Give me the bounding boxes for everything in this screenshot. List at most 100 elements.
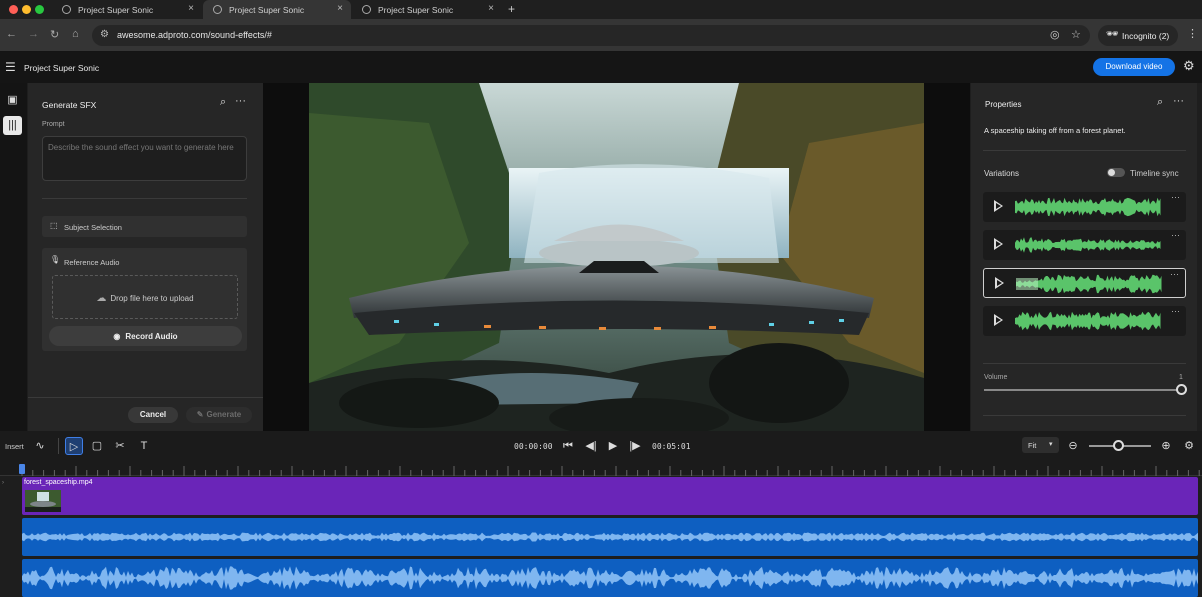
search-icon[interactable]: ⌕: [1157, 96, 1163, 109]
forward-arrow-icon[interactable]: →: [28, 28, 39, 40]
prompt-label: Prompt: [42, 121, 65, 128]
variation-waveform: [1015, 197, 1161, 217]
volume-value: 1: [1179, 374, 1183, 381]
window-minimize-button[interactable]: [22, 5, 31, 14]
generate-button[interactable]: ✎ Generate: [186, 407, 252, 423]
app-title: Project Super Sonic: [24, 63, 100, 73]
audio-track-2[interactable]: [22, 559, 1198, 597]
audio-track-1[interactable]: [22, 518, 1198, 556]
playhead-handle[interactable]: [19, 464, 25, 474]
close-icon[interactable]: ×: [488, 3, 494, 14]
scissors-icon[interactable]: ✂: [111, 437, 129, 455]
incognito-badge[interactable]: 🕶 Incognito (2): [1098, 25, 1178, 46]
divider: [983, 363, 1186, 364]
search-icon[interactable]: ⌕: [220, 96, 226, 109]
volume-slider-track[interactable]: [984, 389, 1180, 391]
chevron-down-icon: ▾: [1049, 441, 1053, 448]
play-icon[interactable]: [994, 314, 1003, 326]
subject-selection-label: Subject Selection: [64, 223, 122, 232]
volume-label: Volume: [984, 374, 1008, 381]
play-icon[interactable]: [994, 238, 1003, 250]
settings-gear-icon[interactable]: ⚙: [1183, 58, 1195, 74]
zoom-fit-value: Fit: [1028, 441, 1037, 450]
microphone-icon: 🎙: [50, 255, 61, 264]
divider: [28, 397, 263, 398]
play-icon[interactable]: [994, 200, 1003, 212]
video-clip-name: forest_spaceship.mp4: [24, 479, 93, 486]
back-arrow-icon[interactable]: ←: [6, 28, 17, 40]
generate-label: Generate: [206, 410, 242, 419]
more-options-icon[interactable]: ···: [1171, 230, 1180, 240]
download-video-button[interactable]: Download video: [1093, 58, 1175, 76]
zoom-out-icon[interactable]: ⊖: [1064, 437, 1082, 455]
divider: [983, 150, 1186, 151]
audio-waveform: [22, 532, 1198, 542]
skip-back-icon[interactable]: ⏮: [559, 437, 577, 455]
variation-waveform: [1015, 311, 1161, 331]
browser-tab-2[interactable]: Project Super Sonic ×: [203, 0, 351, 19]
zoom-slider-handle[interactable]: [1113, 440, 1124, 451]
track-expand-icon[interactable]: ›: [2, 480, 4, 486]
record-icon: ◉: [113, 332, 121, 341]
audio-waveform-icon[interactable]: ∿: [31, 437, 49, 455]
variation-2[interactable]: ···: [983, 230, 1186, 260]
file-drop-zone[interactable]: ☁ Drop file here to upload: [52, 275, 238, 319]
sound-effects-tool-icon[interactable]: |||: [3, 116, 22, 135]
reload-icon[interactable]: ↻: [50, 28, 59, 41]
panel-title: Generate SFX: [42, 100, 97, 110]
timeline-sync-label: Timeline sync: [1130, 169, 1179, 178]
window-maximize-button[interactable]: [35, 5, 44, 14]
video-track-clip[interactable]: forest_spaceship.mp4: [22, 477, 1198, 515]
app-header: ☰ Project Super Sonic ⚙: [0, 52, 1202, 83]
select-pointer-icon[interactable]: ▷: [65, 437, 83, 455]
close-icon[interactable]: ×: [337, 3, 343, 14]
variation-4[interactable]: ···: [983, 306, 1186, 336]
media-tool-icon[interactable]: ▣: [3, 91, 22, 110]
step-back-icon[interactable]: ◀|: [582, 437, 600, 455]
more-options-icon[interactable]: ···: [1170, 269, 1179, 279]
clip-description: A spaceship taking off from a forest pla…: [984, 126, 1126, 135]
more-options-icon[interactable]: ···: [1171, 192, 1180, 202]
volume-slider-handle[interactable]: [1176, 384, 1187, 395]
hamburger-menu-icon[interactable]: ☰: [5, 60, 16, 74]
timeline-settings-icon[interactable]: ⚙: [1180, 437, 1198, 455]
subject-selection-row[interactable]: ⬚ Subject Selection: [42, 216, 247, 237]
bookmark-star-icon[interactable]: ☆: [1071, 28, 1081, 41]
address-bar[interactable]: ⚙ awesome.adproto.com/sound-effects/# ◎ …: [92, 25, 1090, 46]
window-close-button[interactable]: [9, 5, 18, 14]
record-audio-button[interactable]: ◉ Record Audio: [49, 326, 242, 346]
new-tab-icon[interactable]: +: [508, 2, 515, 16]
timeline-ruler[interactable]: [0, 461, 1202, 476]
variation-3[interactable]: ···: [983, 268, 1186, 298]
zoom-fit-select[interactable]: Fit ▾: [1022, 437, 1059, 453]
text-tool-icon[interactable]: T: [135, 437, 153, 455]
prompt-input[interactable]: Describe the sound effect you want to ge…: [42, 136, 247, 181]
timeline-sync-toggle[interactable]: [1107, 168, 1125, 177]
video-preview[interactable]: [309, 83, 924, 431]
variations-label: Variations: [984, 169, 1019, 178]
duration-time: 00:05:01: [652, 442, 691, 451]
crop-icon[interactable]: ▢: [88, 437, 106, 455]
more-options-icon[interactable]: ···: [1173, 95, 1184, 107]
audio-waveform: [22, 566, 1198, 590]
ruler-ticks: [21, 466, 1200, 476]
eye-off-icon[interactable]: ◎: [1050, 28, 1060, 41]
browser-tab-3[interactable]: Project Super Sonic ×: [352, 0, 502, 19]
divider: [983, 415, 1186, 416]
site-info-icon[interactable]: ⚙: [100, 29, 109, 40]
close-icon[interactable]: ×: [188, 3, 194, 14]
zoom-in-icon[interactable]: ⊕: [1157, 437, 1175, 455]
cancel-button[interactable]: Cancel: [128, 407, 178, 423]
timeline-toolbar: Insert ∿ ▷ ▢ ✂ T 00:00:00 ⏮ ◀| ▶ |▶ 00:0…: [0, 431, 1202, 461]
kebab-menu-icon[interactable]: ⋮: [1187, 27, 1198, 40]
properties-panel: Properties ⌕ ··· A spaceship taking off …: [971, 83, 1197, 431]
divider: [42, 198, 247, 199]
browser-tab-1[interactable]: Project Super Sonic ×: [52, 0, 202, 19]
more-options-icon[interactable]: ···: [1171, 306, 1180, 316]
variation-1[interactable]: ···: [983, 192, 1186, 222]
play-icon[interactable]: [995, 277, 1004, 289]
play-icon[interactable]: ▶: [604, 437, 622, 455]
step-forward-icon[interactable]: |▶: [626, 437, 644, 455]
more-options-icon[interactable]: ···: [235, 95, 246, 107]
home-icon[interactable]: ⌂: [72, 28, 79, 40]
